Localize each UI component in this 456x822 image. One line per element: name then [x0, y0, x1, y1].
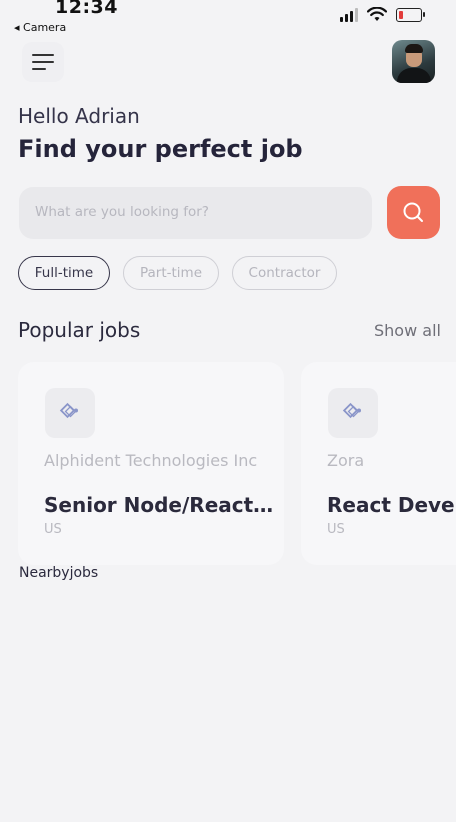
status-icons — [340, 7, 425, 22]
wifi-icon — [367, 7, 387, 21]
company-logo-icon — [342, 402, 361, 419]
job-location: US — [327, 522, 345, 537]
menu-icon — [32, 54, 54, 56]
company-logo — [45, 388, 95, 438]
job-card[interactable]: Zora React Deve US — [301, 362, 456, 565]
profile-avatar[interactable] — [392, 40, 435, 83]
filter-chip-full-time[interactable]: Full-time — [18, 256, 110, 290]
back-to-camera-link[interactable]: ◂ Camera — [14, 21, 66, 34]
avatar-hair — [405, 44, 423, 53]
menu-icon-line — [32, 61, 54, 63]
company-logo-icon — [59, 402, 78, 419]
filter-chip-part-time[interactable]: Part-time — [123, 256, 219, 290]
greeting: Hello Adrian — [18, 104, 140, 128]
status-bar: 12:34 ◂ Camera — [0, 0, 456, 36]
search-placeholder: What are you looking for? — [35, 204, 209, 220]
filter-chip-contractor[interactable]: Contractor — [232, 256, 337, 290]
avatar-body — [397, 68, 431, 83]
job-title: Senior Node/React… — [44, 493, 274, 517]
menu-icon-line — [32, 68, 46, 70]
job-card[interactable]: Alphident Technologies Inc Senior Node/R… — [18, 362, 284, 565]
menu-button[interactable] — [22, 42, 64, 82]
job-title: React Deve — [327, 493, 455, 517]
search-button[interactable] — [387, 186, 440, 239]
cellular-signal-icon — [340, 7, 358, 22]
company-name: Zora — [327, 451, 365, 470]
page-title: Find your perfect job — [18, 135, 303, 163]
nearby-jobs-heading: Nearbyjobs — [19, 565, 99, 581]
popular-jobs-heading: Popular jobs — [18, 318, 141, 342]
company-name: Alphident Technologies Inc — [44, 451, 258, 470]
battery-icon — [396, 7, 425, 22]
company-logo — [328, 388, 378, 438]
status-time: 12:34 — [55, 0, 118, 18]
show-all-link[interactable]: Show all — [374, 321, 441, 340]
job-location: US — [44, 522, 62, 537]
search-input[interactable]: What are you looking for? — [19, 187, 372, 239]
search-icon — [403, 202, 423, 222]
